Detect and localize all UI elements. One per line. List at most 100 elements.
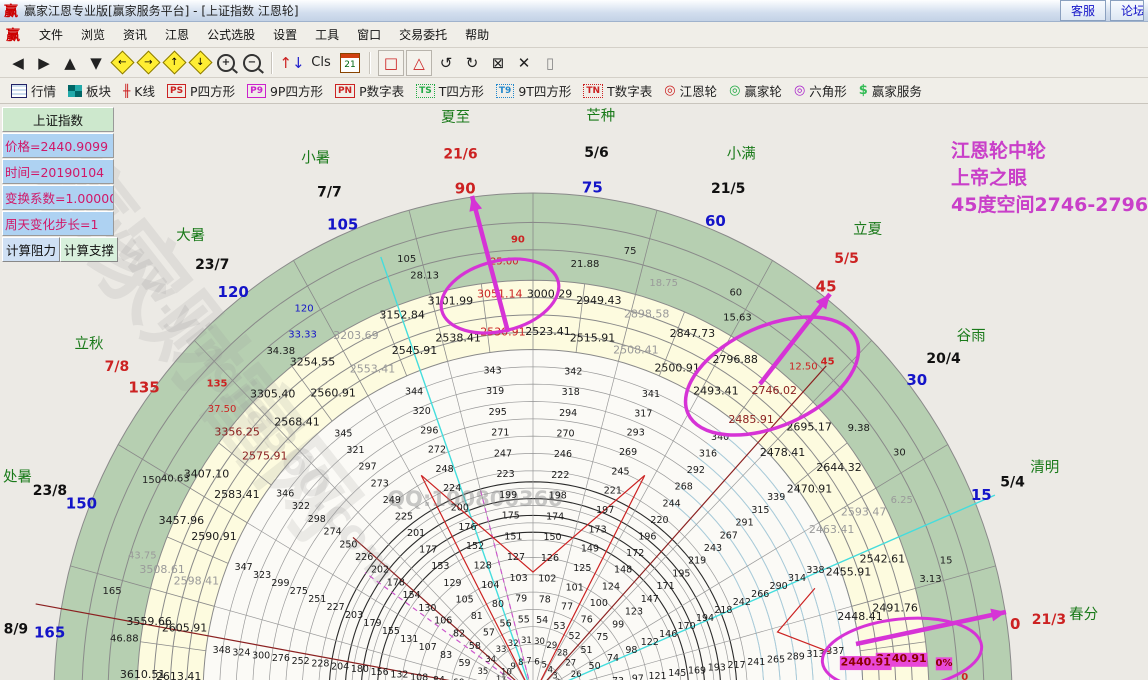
ribbon-赢家服务[interactable]: $赢家服务 — [856, 80, 928, 101]
svg-text:28.13: 28.13 — [410, 271, 439, 282]
shift-right-button[interactable]: → — [136, 51, 160, 75]
svg-text:242: 242 — [733, 597, 751, 608]
svg-text:90: 90 — [511, 235, 525, 246]
svg-text:155: 155 — [382, 626, 400, 637]
down-button[interactable]: ▼ — [84, 51, 108, 75]
svg-text:292: 292 — [687, 465, 705, 476]
svg-text:199: 199 — [499, 490, 517, 501]
ribbon-T四方形[interactable]: TST四方形 — [413, 80, 490, 101]
svg-text:178: 178 — [387, 577, 405, 588]
center-button[interactable]: ✕ — [512, 51, 536, 75]
cls-button[interactable]: Cls — [306, 51, 336, 75]
calendar-button[interactable]: 21 — [338, 51, 362, 75]
rotate-cw-button[interactable]: ↻ — [460, 51, 484, 75]
svg-text:75: 75 — [582, 178, 603, 196]
svg-text:150: 150 — [142, 475, 161, 486]
draw-triangle-button[interactable]: △ — [406, 50, 432, 76]
svg-text:130: 130 — [418, 603, 436, 614]
forward-button[interactable]: ▶ — [32, 51, 56, 75]
forum-button[interactable]: 论坛 — [1110, 0, 1144, 21]
svg-text:250: 250 — [339, 539, 357, 550]
svg-text:90: 90 — [455, 180, 476, 198]
ribbon-P数字表[interactable]: PNP数字表 — [332, 80, 410, 101]
shift-down-button[interactable]: ↓ — [188, 51, 212, 75]
svg-text:224: 224 — [443, 483, 461, 494]
svg-text:266: 266 — [751, 589, 769, 600]
svg-text:343: 343 — [483, 365, 501, 376]
svg-text:172: 172 — [626, 548, 644, 559]
svg-text:58: 58 — [469, 641, 481, 652]
svg-text:265: 265 — [767, 654, 785, 665]
shift-up-button[interactable]: ↑ — [162, 51, 186, 75]
svg-text:大暑: 大暑 — [176, 227, 205, 244]
menu-item-设置[interactable]: 设置 — [264, 26, 306, 44]
menu-item-江恩[interactable]: 江恩 — [156, 26, 198, 44]
svg-text:23/7: 23/7 — [195, 257, 229, 273]
menu-item-窗口[interactable]: 窗口 — [348, 26, 390, 44]
ribbon-行情[interactable]: 行情 — [8, 80, 62, 101]
close-box-button[interactable]: ⊠ — [486, 51, 510, 75]
up-button[interactable]: ▲ — [58, 51, 82, 75]
svg-text:小满: 小满 — [727, 146, 756, 163]
svg-text:289: 289 — [787, 652, 805, 663]
svg-text:153: 153 — [431, 561, 449, 572]
back-button[interactable]: ◀ — [6, 51, 30, 75]
svg-text:290: 290 — [770, 581, 788, 592]
rotate-ccw-button[interactable]: ↺ — [434, 51, 458, 75]
svg-text:8: 8 — [518, 658, 523, 668]
ribbon-9T四方形[interactable]: T99T四方形 — [493, 80, 578, 101]
svg-text:147: 147 — [641, 594, 659, 605]
svg-text:198: 198 — [549, 491, 567, 502]
calc-resistance-button[interactable]: 计算阻力 — [2, 237, 60, 262]
ribbon-赢家轮[interactable]: ◎赢家轮 — [726, 80, 788, 101]
customer-service-button[interactable]: 客服 — [1060, 0, 1106, 21]
svg-text:23/8: 23/8 — [33, 483, 67, 499]
menu-item-资讯[interactable]: 资讯 — [114, 26, 156, 44]
svg-text:春分: 春分 — [1069, 606, 1098, 623]
svg-text:3254.55: 3254.55 — [290, 355, 336, 368]
svg-text:15: 15 — [940, 555, 953, 566]
ribbon-P四方形[interactable]: PSP四方形 — [164, 80, 241, 101]
svg-text:267: 267 — [720, 530, 738, 541]
draw-square-button[interactable]: □ — [378, 50, 404, 76]
menu-item-交易委托[interactable]: 交易委托 — [390, 26, 456, 44]
ribbon-9P四方形[interactable]: P99P四方形 — [244, 80, 329, 101]
svg-text:2644.32: 2644.32 — [816, 461, 862, 474]
menu-item-公式选股[interactable]: 公式选股 — [198, 26, 264, 44]
svg-text:120: 120 — [295, 303, 314, 314]
menu-item-文件[interactable]: 文件 — [30, 26, 72, 44]
sort-updown-button[interactable]: ↑↓ — [280, 51, 304, 75]
svg-text:75: 75 — [596, 632, 608, 643]
svg-text:132: 132 — [390, 670, 408, 680]
ribbon-六角形[interactable]: ◎六角形 — [791, 80, 853, 101]
zoom-in-button[interactable]: + — [214, 51, 238, 75]
candle-icon: ╫ — [123, 84, 130, 98]
ribbon-板块[interactable]: 板块 — [65, 80, 117, 101]
svg-text:105: 105 — [456, 594, 474, 605]
ribbon-江恩轮[interactable]: ◎江恩轮 — [661, 80, 723, 101]
svg-text:97: 97 — [632, 674, 644, 680]
menu-item-浏览[interactable]: 浏览 — [72, 26, 114, 44]
svg-text:29: 29 — [546, 641, 557, 651]
svg-text:319: 319 — [486, 386, 504, 397]
svg-text:2485.91: 2485.91 — [728, 413, 774, 426]
ribbon-label: T数字表 — [607, 81, 652, 100]
menu-item-帮助[interactable]: 帮助 — [456, 26, 498, 44]
svg-text:121: 121 — [648, 671, 666, 680]
svg-text:33.33: 33.33 — [288, 329, 317, 340]
svg-text:272: 272 — [428, 445, 446, 456]
menu-item-工具[interactable]: 工具 — [306, 26, 348, 44]
ribbon-K线[interactable]: ╫K线 — [120, 80, 161, 101]
svg-text:2575.91: 2575.91 — [242, 450, 288, 463]
svg-text:323: 323 — [253, 570, 271, 581]
clear-button[interactable]: ▯ — [538, 51, 562, 75]
svg-text:3152.84: 3152.84 — [379, 308, 425, 321]
calc-support-button[interactable]: 计算支撑 — [60, 237, 118, 262]
svg-text:197: 197 — [596, 505, 614, 516]
svg-text:0%: 0% — [936, 658, 953, 669]
ribbon-T数字表[interactable]: TNT数字表 — [580, 80, 658, 101]
shift-left-button[interactable]: ← — [110, 51, 134, 75]
svg-text:33: 33 — [496, 645, 507, 655]
svg-text:6.25: 6.25 — [891, 495, 913, 506]
zoom-out-button[interactable]: − — [240, 51, 264, 75]
